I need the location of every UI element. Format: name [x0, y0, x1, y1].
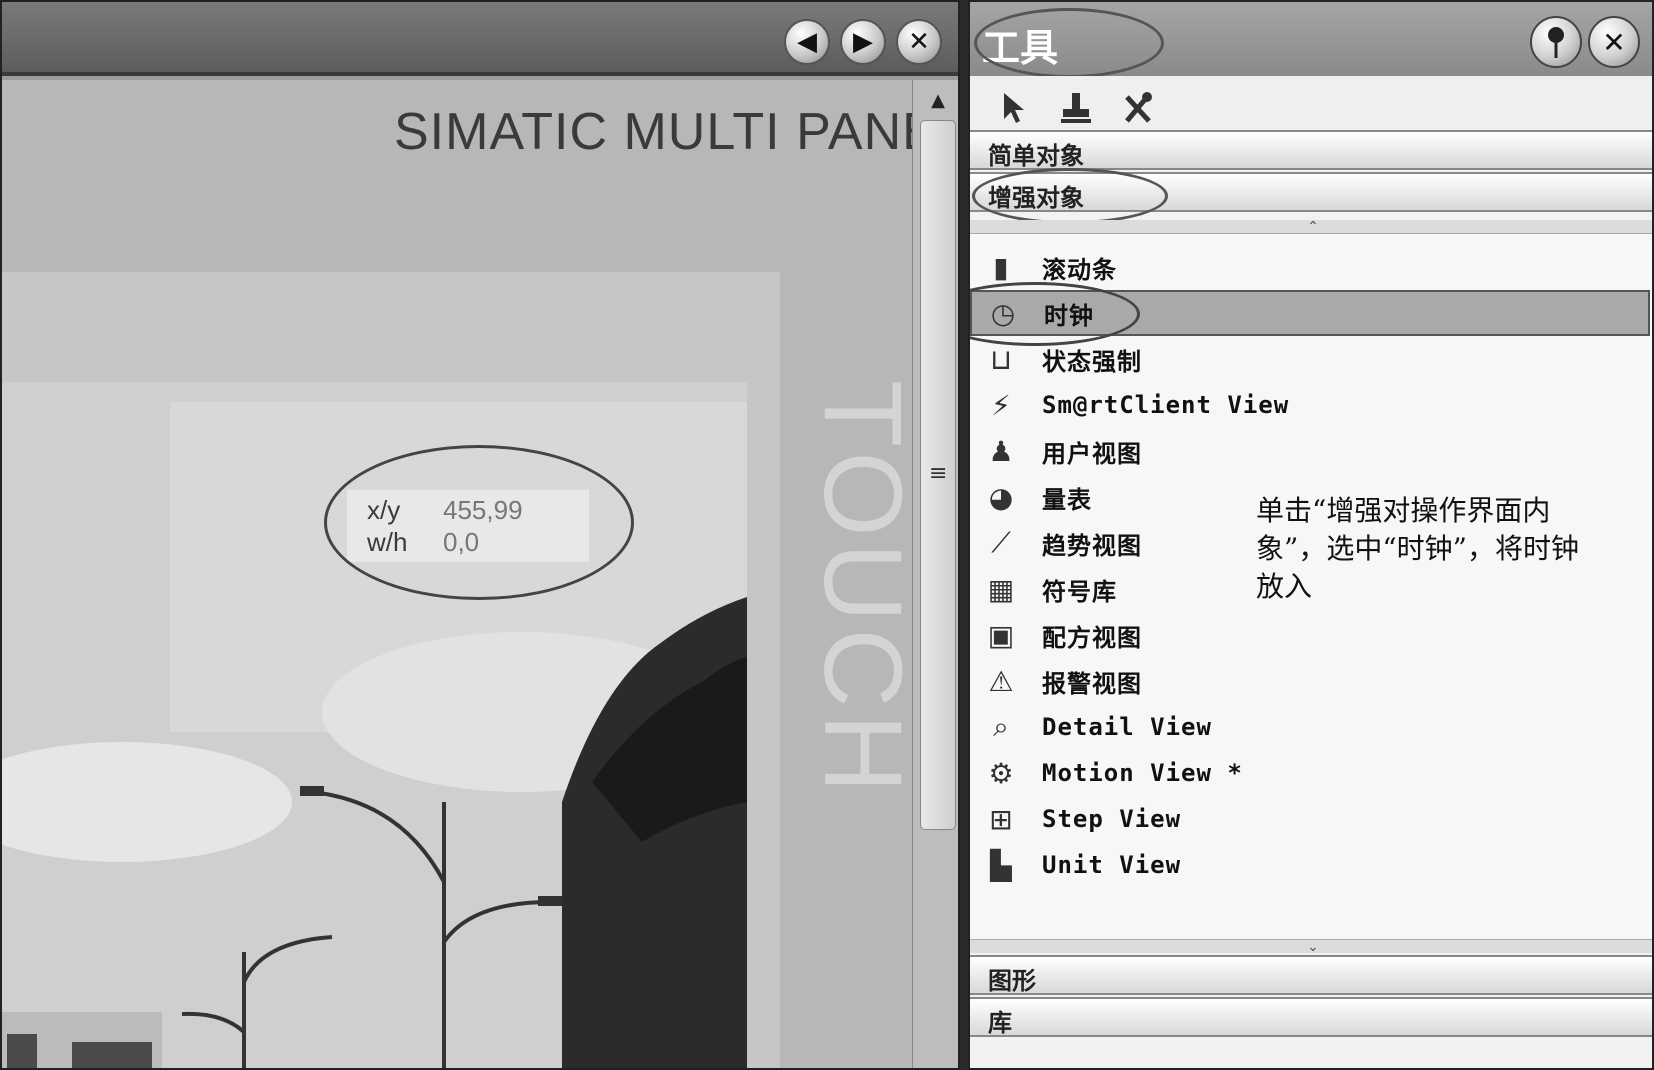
scrollbar-icon: ▮: [993, 250, 1009, 284]
magnifier-icon: ⌕: [993, 710, 1009, 743]
warning-icon: ⚠: [988, 664, 1014, 698]
tools-toolbar: [970, 76, 1652, 138]
panel-brand-text: SIMATIC MULTI PANE: [394, 103, 912, 161]
design-canvas[interactable]: SIMATIC MULTI PANE TOUCH x/y 455,99 w/h …: [2, 80, 912, 1068]
enhanced-highlight-ellipse: [972, 168, 1168, 224]
list-item-label: 符号库: [1042, 577, 1117, 606]
trend-icon: ⟋: [991, 526, 1011, 559]
user-icon: ♟: [988, 434, 1014, 468]
close-icon[interactable]: ✕: [1588, 16, 1640, 68]
editor-titlebar: ◀ ▶ ✕: [2, 2, 958, 76]
list-scroll-up-icon[interactable]: ⌃: [970, 220, 1652, 234]
list-item-label: 滚动条: [1042, 255, 1117, 284]
symbol-library-icon: ▦: [987, 572, 1015, 606]
close-icon[interactable]: ✕: [896, 19, 942, 65]
list-item-label: 报警视图: [1042, 669, 1142, 698]
list-item-step-view[interactable]: ⊞ Step View: [970, 796, 1650, 842]
list-item-status-force[interactable]: ⊔ 状态强制: [970, 336, 1650, 382]
section-library[interactable]: 库: [970, 997, 1652, 1037]
step-icon: ⊞: [989, 802, 1013, 836]
satellite-icon: ⚡: [991, 388, 1011, 422]
scroll-grip-icon: ≡: [929, 461, 948, 486]
gear-icon: ⚙: [988, 756, 1014, 790]
scroll-thumb[interactable]: ≡: [920, 120, 956, 830]
list-item-detail-view[interactable]: ⌕ Detail View: [970, 704, 1650, 750]
list-item-label: Step View: [1042, 805, 1182, 833]
pin-icon[interactable]: [1530, 16, 1582, 68]
list-item-label: 量表: [1042, 485, 1092, 514]
unit-icon: ▙: [990, 848, 1012, 882]
scroll-up-icon[interactable]: ▲: [923, 86, 953, 114]
list-item-label: 用户视图: [1042, 439, 1142, 468]
gauge-icon: ◕: [988, 480, 1014, 514]
enhanced-object-list: ▮ 滚动条 ◷ 时钟 ⊔ 状态强制 ⚡ Sm@rtClient View ♟ 用…: [970, 234, 1652, 939]
coordinate-highlight-ellipse: [324, 445, 634, 600]
list-item-label: 配方视图: [1042, 623, 1142, 652]
list-item-unit-view[interactable]: ▙ Unit View: [970, 842, 1650, 888]
list-item-label: 趋势视图: [1042, 531, 1142, 560]
list-item-label: Motion View *: [1042, 759, 1243, 787]
list-item-label: Sm@rtClient View: [1042, 391, 1290, 419]
list-item-label: Detail View: [1042, 713, 1212, 741]
list-item-user-view[interactable]: ♟ 用户视图: [970, 428, 1650, 474]
status-force-icon: ⊔: [990, 342, 1012, 376]
tools-icon[interactable]: [1116, 86, 1160, 130]
list-scroll-down-icon[interactable]: ⌄: [970, 939, 1652, 954]
section-graphics[interactable]: 图形: [970, 955, 1652, 995]
title-highlight-ellipse: [974, 8, 1164, 78]
editor-window: ◀ ▶ ✕ SIMATIC MULTI PANE TOUCH x/y 455,9…: [0, 0, 960, 1070]
tools-panel: 工具 ✕ 简单对象 增强对象 ⌃ ▮ 滚动条 ◷ 时钟 ⊔ 状态强制 ⚡ Sm@…: [968, 0, 1654, 1070]
stamp-icon[interactable]: [1054, 86, 1098, 130]
list-item-smartclient-view[interactable]: ⚡ Sm@rtClient View: [970, 382, 1650, 428]
list-item-label: Unit View: [1042, 851, 1182, 879]
touch-watermark: TOUCH: [801, 380, 912, 800]
pointer-icon[interactable]: [992, 86, 1036, 130]
next-arrow-icon[interactable]: ▶: [840, 19, 886, 65]
vertical-scrollbar[interactable]: ▲ ≡: [912, 80, 958, 1068]
list-item-motion-view[interactable]: ⚙ Motion View *: [970, 750, 1650, 796]
list-item-recipe-view[interactable]: ▣ 配方视图: [970, 612, 1650, 658]
list-item-alarm-view[interactable]: ⚠ 报警视图: [970, 658, 1650, 704]
recipe-icon: ▣: [987, 618, 1015, 652]
list-item-label: 状态强制: [1042, 347, 1142, 376]
instruction-annotation: 单击“增强对操作界面内象”，选中“时钟”，将时钟放入: [1256, 494, 1579, 603]
section-simple-objects[interactable]: 简单对象: [970, 130, 1652, 170]
previous-arrow-icon[interactable]: ◀: [784, 19, 830, 65]
